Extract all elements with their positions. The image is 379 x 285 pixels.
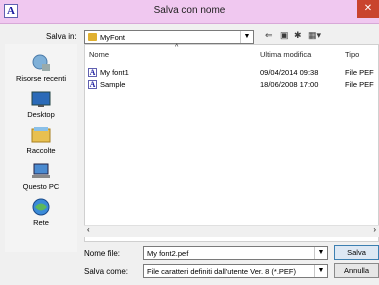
scroll-left-icon[interactable]: ‹ <box>87 225 90 234</box>
chevron-down-icon: ▼ <box>240 31 253 43</box>
filetype-select[interactable]: File caratteri definiti dall'utente Ver.… <box>143 264 328 278</box>
folder-icon <box>88 33 97 41</box>
desktop-icon <box>31 90 51 108</box>
scroll-right-icon[interactable]: › <box>373 225 376 234</box>
save-in-label: Salva in: <box>46 32 77 41</box>
column-header-name[interactable]: Nome <box>89 50 109 59</box>
place-recent[interactable]: Risorse recenti <box>5 54 77 83</box>
places-bar: Risorse recenti Desktop Raccolte Questo … <box>5 44 77 252</box>
place-label: Raccolte <box>26 146 56 155</box>
network-icon <box>31 198 51 216</box>
filetype-label: Salva come: <box>84 267 129 276</box>
column-header-type[interactable]: Tipo <box>345 50 359 59</box>
horizontal-scrollbar[interactable]: ‹ › <box>84 225 379 237</box>
up-folder-icon[interactable]: ▣ <box>280 30 289 41</box>
place-label: Desktop <box>27 110 55 119</box>
file-row[interactable]: A Sample 18/06/2008 17:00 File PEF <box>85 80 379 90</box>
pef-file-icon: A <box>88 80 97 89</box>
save-button[interactable]: Salva <box>334 245 379 260</box>
column-header-modified[interactable]: Ultima modifica <box>260 50 311 59</box>
save-in-dropdown[interactable]: MyFont ▼ <box>84 30 254 44</box>
cancel-button[interactable]: Annulla <box>334 263 379 278</box>
file-row[interactable]: A My font1 09/04/2014 09:38 File PEF <box>85 68 379 78</box>
place-this-pc[interactable]: Questo PC <box>5 162 77 191</box>
pef-file-icon: A <box>88 68 97 77</box>
back-arrow-icon[interactable]: ⇐ <box>265 30 273 41</box>
chevron-down-icon: ▼ <box>314 247 327 259</box>
file-list[interactable]: Nome ^ Ultima modifica Tipo A My font1 0… <box>84 44 379 242</box>
title-bar: A Salva con nome ✕ <box>0 0 379 24</box>
file-name: My font1 <box>100 68 129 77</box>
place-label: Risorse recenti <box>15 74 67 83</box>
place-network[interactable]: Rete <box>5 198 77 227</box>
file-name: Sample <box>100 80 126 89</box>
filename-label: Nome file: <box>84 249 121 258</box>
window-title: Salva con nome <box>153 5 226 16</box>
filetype-value: File caratteri definiti dall'utente Ver.… <box>147 267 297 276</box>
recent-places-icon <box>31 54 51 72</box>
place-label: Questo PC <box>22 182 60 191</box>
place-libraries[interactable]: Raccolte <box>5 126 77 155</box>
view-menu-icon[interactable]: ▦▾ <box>308 30 321 41</box>
file-type: File PEF <box>345 80 374 89</box>
filename-input[interactable]: My font2.pef ▼ <box>143 246 328 260</box>
close-button[interactable]: ✕ <box>357 0 379 18</box>
filename-value: My font2.pef <box>147 249 189 258</box>
file-modified: 09/04/2014 09:38 <box>260 68 319 77</box>
file-modified: 18/06/2008 17:00 <box>260 80 319 89</box>
place-label: Rete <box>33 218 49 227</box>
chevron-down-icon: ▼ <box>314 265 327 277</box>
file-type: File PEF <box>345 68 374 77</box>
save-in-value: MyFont <box>100 33 126 42</box>
this-pc-icon <box>31 162 51 180</box>
libraries-icon <box>31 126 51 144</box>
new-folder-icon[interactable]: ✱ <box>294 30 302 41</box>
place-desktop[interactable]: Desktop <box>5 90 77 119</box>
sort-ascending-icon: ^ <box>175 44 179 51</box>
